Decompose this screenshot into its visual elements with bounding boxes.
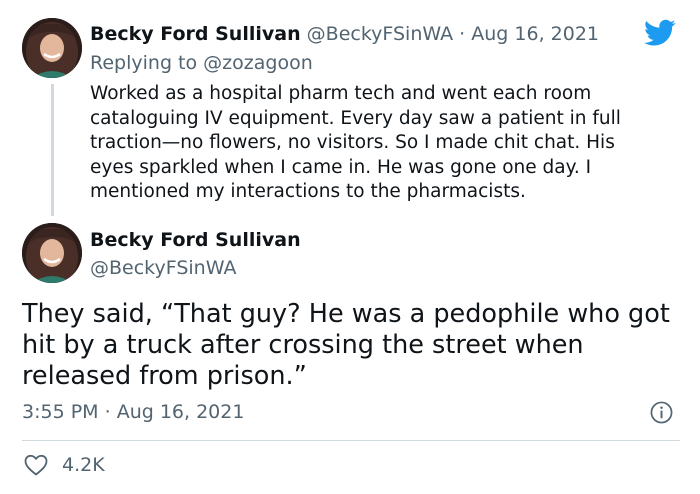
replying-to-line: Replying to @zozagoon [90,51,313,75]
reply-tweet-text: Worked as a hospital pharm tech and went… [90,83,621,202]
reply-date[interactable]: Aug 16, 2021 [471,23,599,45]
tweet-time: 3:55 PM [22,401,99,423]
main-author-handle[interactable]: @BeckyFSinWA [90,256,236,280]
separator-dot: · [459,23,466,45]
twitter-bird-icon[interactable] [644,19,676,47]
tweet-timestamp[interactable]: 3:55 PM · Aug 16, 2021 [22,400,244,424]
like-count: 4.2K [62,454,105,476]
avatar-photo [22,18,82,78]
separator-dot: · [104,401,111,423]
main-tweet-text: They said, “That guy? He was a pedophile… [22,299,670,391]
reply-tweet-header: Becky Ford Sullivan @BeckyFSinWA · Aug 1… [90,22,599,46]
like-button[interactable]: 4.2K [24,452,105,478]
info-icon[interactable] [650,401,673,424]
avatar[interactable] [22,18,82,78]
replying-to-handle[interactable]: @zozagoon [203,52,313,74]
avatar-photo [22,223,82,283]
reply-author-handle[interactable]: @BeckyFSinWA [307,23,453,45]
heart-icon [24,454,48,476]
divider [22,440,680,441]
reply-author-name[interactable]: Becky Ford Sullivan [90,23,301,45]
avatar[interactable] [22,223,82,283]
replying-prefix: Replying to [90,52,198,74]
tweet-date: Aug 16, 2021 [116,401,245,423]
main-author-name[interactable]: Becky Ford Sullivan [90,228,301,252]
thread-connector-line [51,84,54,216]
